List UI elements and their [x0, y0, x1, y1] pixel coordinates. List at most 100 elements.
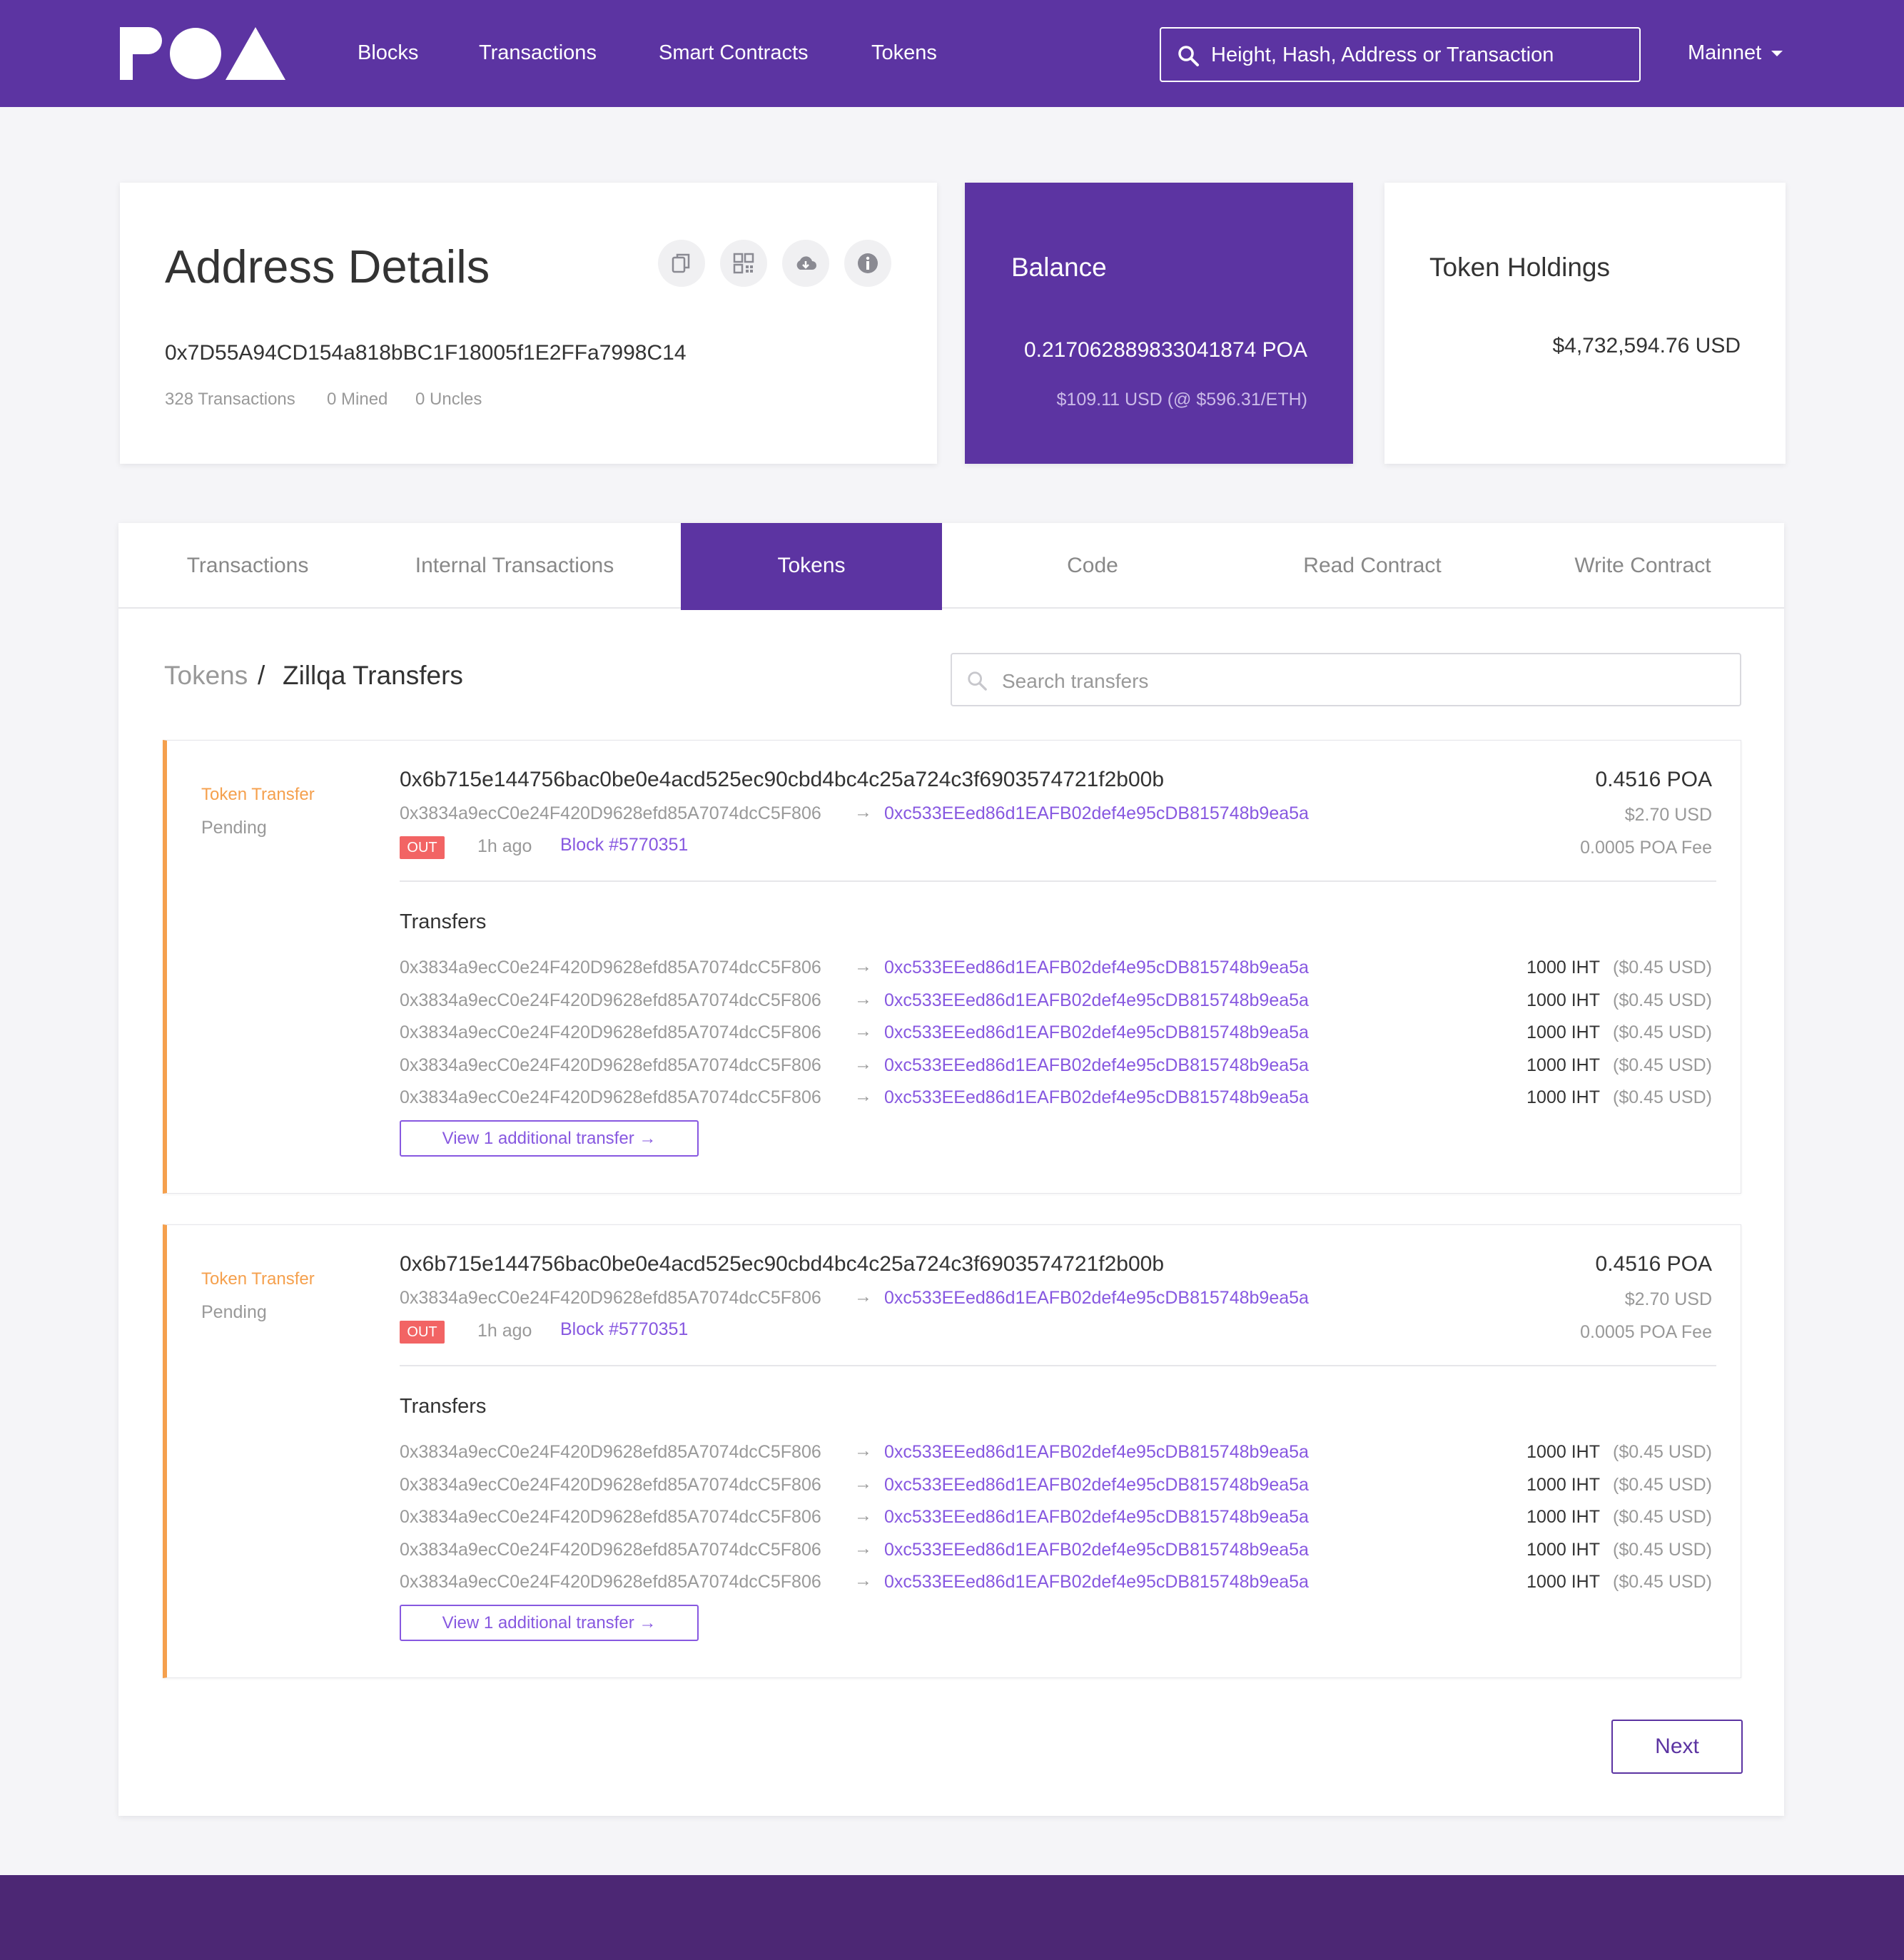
transaction-fee: 0.0005 POA Fee — [1580, 1322, 1712, 1342]
transfer-to-address[interactable]: 0xc533EEed86d1EAFB02def4e95cDB815748b9ea… — [884, 1475, 1309, 1496]
transfer-from-address[interactable]: 0x3834a9ecC0e24F420D9628efd85A7074dcC5F8… — [400, 1055, 821, 1076]
breadcrumb-tokens-link[interactable]: Tokens — [164, 661, 248, 691]
arrow-right-icon: → — [854, 1286, 872, 1306]
transfer-usd: ($0.45 USD) — [1613, 1572, 1712, 1592]
transfer-from-address[interactable]: 0x3834a9ecC0e24F420D9628efd85A7074dcC5F8… — [400, 1507, 821, 1528]
transfer-usd: ($0.45 USD) — [1613, 1475, 1712, 1495]
transfer-to-address[interactable]: 0xc533EEed86d1EAFB02def4e95cDB815748b9ea… — [884, 1055, 1309, 1076]
cloud-download-icon[interactable] — [782, 240, 829, 287]
transaction-to-address[interactable]: 0xc533EEed86d1EAFB02def4e95cDB815748b9ea… — [884, 1288, 1309, 1309]
transfer-usd: ($0.45 USD) — [1613, 1507, 1712, 1527]
block-link[interactable]: Block #5770351 — [560, 835, 688, 855]
tab-code[interactable]: Code — [942, 523, 1243, 609]
search-icon — [1178, 46, 1199, 66]
transaction-amount: 0.4516 POA — [1595, 768, 1712, 791]
info-icon[interactable] — [844, 240, 891, 287]
transfer-to-address[interactable]: 0xc533EEed86d1EAFB02def4e95cDB815748b9ea… — [884, 1087, 1309, 1108]
address-title: Address Details — [165, 240, 490, 293]
transfer-row: 0x3834a9ecC0e24F420D9628efd85A7074dcC5F8… — [167, 1086, 1741, 1116]
transactions-count: 328 Transactions — [165, 390, 295, 409]
qr-code-icon[interactable] — [720, 240, 767, 287]
view-additional-transfer-button[interactable]: View 1 additional transfer → — [400, 1605, 699, 1641]
arrow-right-icon: → — [854, 802, 872, 822]
transfer-from-address[interactable]: 0x3834a9ecC0e24F420D9628efd85A7074dcC5F8… — [400, 1442, 821, 1463]
tab-transactions[interactable]: Transactions — [118, 523, 377, 609]
nav-smart-contracts[interactable]: Smart Contracts — [659, 41, 809, 65]
transfer-row: 0x3834a9ecC0e24F420D9628efd85A7074dcC5F8… — [167, 1021, 1741, 1051]
transfer-from-address[interactable]: 0x3834a9ecC0e24F420D9628efd85A7074dcC5F8… — [400, 1022, 821, 1043]
transfer-row: 0x3834a9ecC0e24F420D9628efd85A7074dcC5F8… — [167, 1505, 1741, 1535]
transfer-row: 0x3834a9ecC0e24F420D9628efd85A7074dcC5F8… — [167, 1054, 1741, 1084]
arrow-right-icon: → — [854, 956, 872, 976]
transfer-amount: 1000 IHT — [1526, 1507, 1600, 1527]
transaction-hash-link[interactable]: 0x6b715e144756bac0be0e4acd525ec90cbd4bc4… — [400, 768, 1164, 792]
transfer-to-address[interactable]: 0xc533EEed86d1EAFB02def4e95cDB815748b9ea… — [884, 958, 1309, 978]
address-tab-panel: Transactions Internal Transactions Token… — [118, 523, 1784, 1816]
transfer-amount: 1000 IHT — [1526, 1475, 1600, 1495]
transfer-to-address[interactable]: 0xc533EEed86d1EAFB02def4e95cDB815748b9ea… — [884, 1022, 1309, 1043]
tab-bar: Transactions Internal Transactions Token… — [118, 523, 1784, 610]
tab-internal-transactions[interactable]: Internal Transactions — [377, 523, 652, 609]
view-additional-transfer-button[interactable]: View 1 additional transfer → — [400, 1120, 699, 1157]
balance-value: 0.217062889833041874 POA — [1023, 338, 1307, 362]
mined-count: 0 Mined — [327, 390, 388, 409]
transaction-from-address[interactable]: 0x3834a9ecC0e24F420D9628efd85A7074dcC5F8… — [400, 1288, 821, 1309]
header-search-input[interactable]: Height, Hash, Address or Transaction — [1160, 27, 1641, 82]
transaction-status: Pending — [201, 1302, 267, 1322]
next-page-button[interactable]: Next — [1611, 1720, 1743, 1774]
footer — [0, 1875, 1904, 1960]
transfer-from-address[interactable]: 0x3834a9ecC0e24F420D9628efd85A7074dcC5F8… — [400, 1087, 821, 1108]
transfer-usd: ($0.45 USD) — [1613, 1540, 1712, 1560]
transfer-to-address[interactable]: 0xc533EEed86d1EAFB02def4e95cDB815748b9ea… — [884, 1572, 1309, 1593]
transfer-from-address[interactable]: 0x3834a9ecC0e24F420D9628efd85A7074dcC5F8… — [400, 990, 821, 1011]
transaction-fee: 0.0005 POA Fee — [1580, 838, 1712, 858]
transaction-from-address[interactable]: 0x3834a9ecC0e24F420D9628efd85A7074dcC5F8… — [400, 803, 821, 824]
poa-logo[interactable] — [120, 27, 285, 80]
token-holdings-card: Token Holdings $4,732,594.76 USD — [1384, 183, 1786, 464]
arrow-right-icon: → — [854, 1054, 872, 1074]
transfer-from-address[interactable]: 0x3834a9ecC0e24F420D9628efd85A7074dcC5F8… — [400, 1475, 821, 1496]
tab-tokens[interactable]: Tokens — [681, 523, 942, 610]
network-selector[interactable]: Mainnet — [1688, 41, 1783, 65]
divider — [400, 880, 1716, 882]
uncles-count: 0 Uncles — [415, 390, 482, 409]
transfers-heading: Transfers — [400, 1395, 487, 1418]
tab-read-contract[interactable]: Read Contract — [1243, 523, 1502, 609]
transfer-to-address[interactable]: 0xc533EEed86d1EAFB02def4e95cDB815748b9ea… — [884, 1507, 1309, 1528]
transaction-amount: 0.4516 POA — [1595, 1252, 1712, 1276]
token-holdings-value: $4,732,594.76 USD — [1552, 334, 1741, 357]
transfer-to-address[interactable]: 0xc533EEed86d1EAFB02def4e95cDB815748b9ea… — [884, 1442, 1309, 1463]
arrow-right-icon: → — [854, 1021, 872, 1041]
transfer-amount: 1000 IHT — [1526, 1540, 1600, 1560]
balance-title: Balance — [1011, 253, 1107, 282]
arrow-right-icon: → — [854, 1505, 872, 1525]
transaction-card: Token Transfer Pending 0x6b715e144756bac… — [163, 1224, 1741, 1678]
transaction-usd: $2.70 USD — [1624, 805, 1712, 825]
header-search-placeholder: Height, Hash, Address or Transaction — [1211, 44, 1554, 66]
address-details-card: Address Details 0x7D55A94CD154a818bBC1F1… — [120, 183, 937, 464]
arrow-right-icon: → — [854, 1473, 872, 1493]
transfer-usd: ($0.45 USD) — [1613, 958, 1712, 978]
tab-write-contract[interactable]: Write Contract — [1502, 523, 1784, 609]
transaction-status: Pending — [201, 818, 267, 838]
search-transfers-placeholder: Search transfers — [1002, 670, 1149, 692]
transaction-time: 1h ago — [477, 1321, 532, 1341]
block-link[interactable]: Block #5770351 — [560, 1319, 688, 1340]
nav-tokens[interactable]: Tokens — [871, 41, 937, 65]
transfer-to-address[interactable]: 0xc533EEed86d1EAFB02def4e95cDB815748b9ea… — [884, 990, 1309, 1011]
transaction-hash-link[interactable]: 0x6b715e144756bac0be0e4acd525ec90cbd4bc4… — [400, 1252, 1164, 1276]
copy-icon[interactable] — [658, 240, 705, 287]
transfer-row: 0x3834a9ecC0e24F420D9628efd85A7074dcC5F8… — [167, 956, 1741, 986]
transfers-heading: Transfers — [400, 910, 487, 933]
balance-card: Balance 0.217062889833041874 POA $109.11… — [965, 183, 1353, 464]
transaction-to-address[interactable]: 0xc533EEed86d1EAFB02def4e95cDB815748b9ea… — [884, 803, 1309, 824]
transfer-from-address[interactable]: 0x3834a9ecC0e24F420D9628efd85A7074dcC5F8… — [400, 1540, 821, 1560]
transfer-row: 0x3834a9ecC0e24F420D9628efd85A7074dcC5F8… — [167, 1570, 1741, 1600]
nav-transactions[interactable]: Transactions — [479, 41, 597, 65]
nav-blocks[interactable]: Blocks — [358, 41, 418, 65]
arrow-right-icon: → — [854, 1538, 872, 1558]
transfer-from-address[interactable]: 0x3834a9ecC0e24F420D9628efd85A7074dcC5F8… — [400, 1572, 821, 1593]
transfer-to-address[interactable]: 0xc533EEed86d1EAFB02def4e95cDB815748b9ea… — [884, 1540, 1309, 1560]
search-transfers-input[interactable]: Search transfers — [951, 653, 1741, 706]
transfer-from-address[interactable]: 0x3834a9ecC0e24F420D9628efd85A7074dcC5F8… — [400, 958, 821, 978]
